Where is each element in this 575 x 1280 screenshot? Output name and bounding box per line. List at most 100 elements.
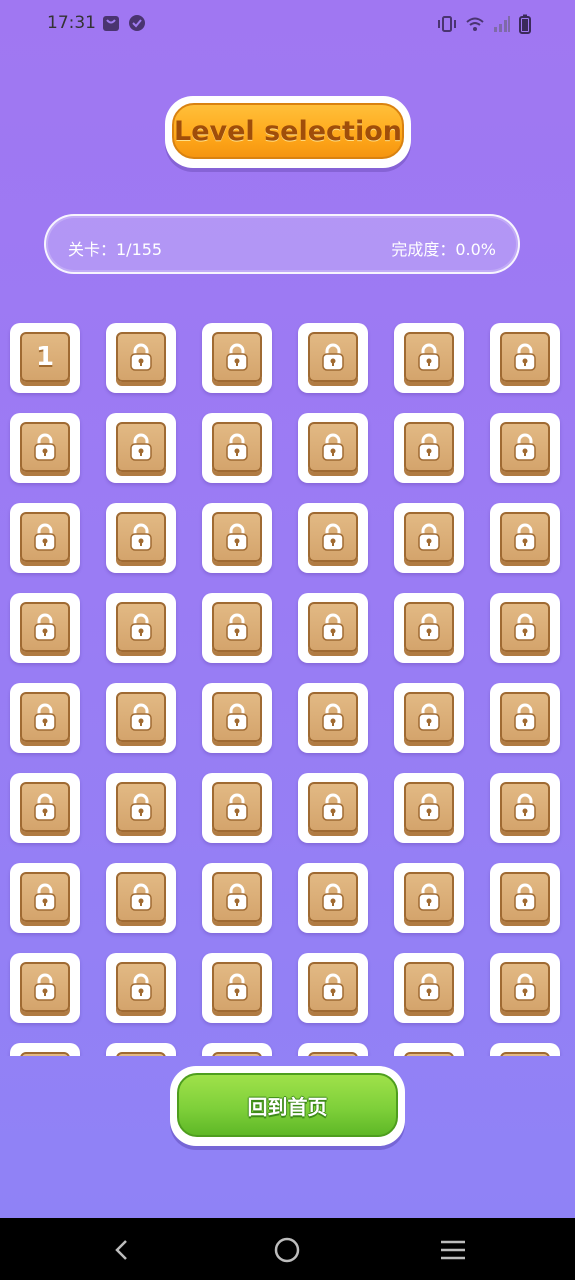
level-tile-face	[20, 692, 70, 742]
lock-icon	[512, 882, 538, 912]
level-tile-locked[interactable]	[394, 953, 464, 1023]
level-tile-locked[interactable]	[10, 683, 80, 753]
level-tile-locked[interactable]	[106, 593, 176, 663]
level-tile-locked[interactable]	[298, 413, 368, 483]
level-tile-locked[interactable]	[10, 503, 80, 573]
level-tile-locked[interactable]	[490, 593, 560, 663]
level-tile-locked[interactable]	[106, 863, 176, 933]
level-tile-locked[interactable]	[298, 503, 368, 573]
lock-icon	[224, 612, 250, 642]
level-tile-locked[interactable]	[10, 953, 80, 1023]
level-tile-locked[interactable]	[298, 1043, 368, 1056]
level-tile-face	[212, 512, 262, 562]
level-tile-face	[20, 602, 70, 652]
level-tile-face	[116, 602, 166, 652]
lock-icon	[32, 972, 58, 1002]
level-grid-scroll[interactable]: 1	[0, 318, 575, 1056]
level-tile-locked[interactable]	[298, 953, 368, 1023]
level-tile-locked[interactable]	[394, 503, 464, 573]
level-tile-locked[interactable]	[394, 683, 464, 753]
level-tile-locked[interactable]	[106, 953, 176, 1023]
level-tile-face	[20, 1052, 70, 1056]
level-tile-locked[interactable]	[394, 1043, 464, 1056]
level-tile-face	[404, 782, 454, 832]
level-tile-locked[interactable]	[106, 323, 176, 393]
level-tile-locked[interactable]	[202, 413, 272, 483]
level-tile-locked[interactable]	[298, 323, 368, 393]
lock-icon	[416, 882, 442, 912]
level-tile-face	[116, 512, 166, 562]
level-tile-face	[212, 782, 262, 832]
level-tile-locked[interactable]	[298, 863, 368, 933]
lock-icon	[224, 702, 250, 732]
level-tile-locked[interactable]	[298, 683, 368, 753]
wifi-icon	[466, 17, 484, 31]
title-banner-face: Level selection	[172, 103, 404, 159]
lock-icon	[128, 972, 154, 1002]
level-tile-locked[interactable]	[490, 953, 560, 1023]
level-tile-locked[interactable]	[202, 503, 272, 573]
level-tile-locked[interactable]	[394, 773, 464, 843]
lock-icon	[416, 972, 442, 1002]
level-tile-locked[interactable]	[202, 323, 272, 393]
level-tile-locked[interactable]	[10, 413, 80, 483]
level-tile-locked[interactable]	[298, 593, 368, 663]
level-tile-locked[interactable]	[490, 413, 560, 483]
level-tile-locked[interactable]	[10, 1043, 80, 1056]
status-right-icons	[437, 14, 531, 34]
level-tile-locked[interactable]	[490, 503, 560, 573]
level-tile-face	[212, 602, 262, 652]
lock-icon	[512, 522, 538, 552]
lock-icon	[128, 342, 154, 372]
level-tile-locked[interactable]	[202, 773, 272, 843]
level-tile-locked[interactable]	[490, 773, 560, 843]
level-tile-locked[interactable]	[10, 863, 80, 933]
level-tile-locked[interactable]	[202, 863, 272, 933]
lock-icon	[512, 342, 538, 372]
level-tile-locked[interactable]	[490, 1043, 560, 1056]
level-tile-locked[interactable]	[106, 683, 176, 753]
level-tile-locked[interactable]	[106, 773, 176, 843]
level-tile-face	[212, 872, 262, 922]
level-tile-face	[404, 512, 454, 562]
back-icon	[115, 1240, 127, 1260]
level-tile-locked[interactable]	[394, 323, 464, 393]
level-tile-locked[interactable]	[298, 773, 368, 843]
level-tile-locked[interactable]	[202, 1043, 272, 1056]
level-tile-locked[interactable]	[106, 413, 176, 483]
level-tile-locked[interactable]	[202, 683, 272, 753]
level-tile-face	[500, 332, 550, 382]
lock-icon	[416, 342, 442, 372]
lock-icon	[320, 882, 346, 912]
level-tile-locked[interactable]	[490, 683, 560, 753]
level-tile-face	[308, 962, 358, 1012]
nav-back-button[interactable]	[106, 1234, 138, 1266]
completion-label: 完成度：0.0%	[391, 240, 496, 259]
level-tile-locked[interactable]	[106, 503, 176, 573]
level-tile-locked[interactable]	[106, 1043, 176, 1056]
level-tile-face	[116, 422, 166, 472]
level-tile-face	[116, 872, 166, 922]
level-tile-face	[308, 692, 358, 742]
level-tile-locked[interactable]	[10, 773, 80, 843]
level-tile-face	[212, 962, 262, 1012]
level-tile-face	[308, 422, 358, 472]
back-to-home-button[interactable]: 回到首页	[170, 1066, 405, 1146]
level-tile-face	[500, 1052, 550, 1056]
lock-icon	[32, 792, 58, 822]
level-tile-locked[interactable]	[490, 863, 560, 933]
level-tile-locked[interactable]	[202, 953, 272, 1023]
level-tile-locked[interactable]	[10, 593, 80, 663]
level-tile-face	[404, 332, 454, 382]
level-tile-locked[interactable]	[394, 593, 464, 663]
level-tile-1[interactable]: 1	[10, 323, 80, 393]
nav-home-button[interactable]	[271, 1234, 303, 1266]
level-tile-face	[404, 602, 454, 652]
level-tile-locked[interactable]	[394, 413, 464, 483]
level-tile-locked[interactable]	[394, 863, 464, 933]
lock-icon	[416, 432, 442, 462]
nav-menu-button[interactable]	[437, 1234, 469, 1266]
level-tile-locked[interactable]	[202, 593, 272, 663]
level-tile-locked[interactable]	[490, 323, 560, 393]
vibrate-icon	[438, 16, 456, 32]
